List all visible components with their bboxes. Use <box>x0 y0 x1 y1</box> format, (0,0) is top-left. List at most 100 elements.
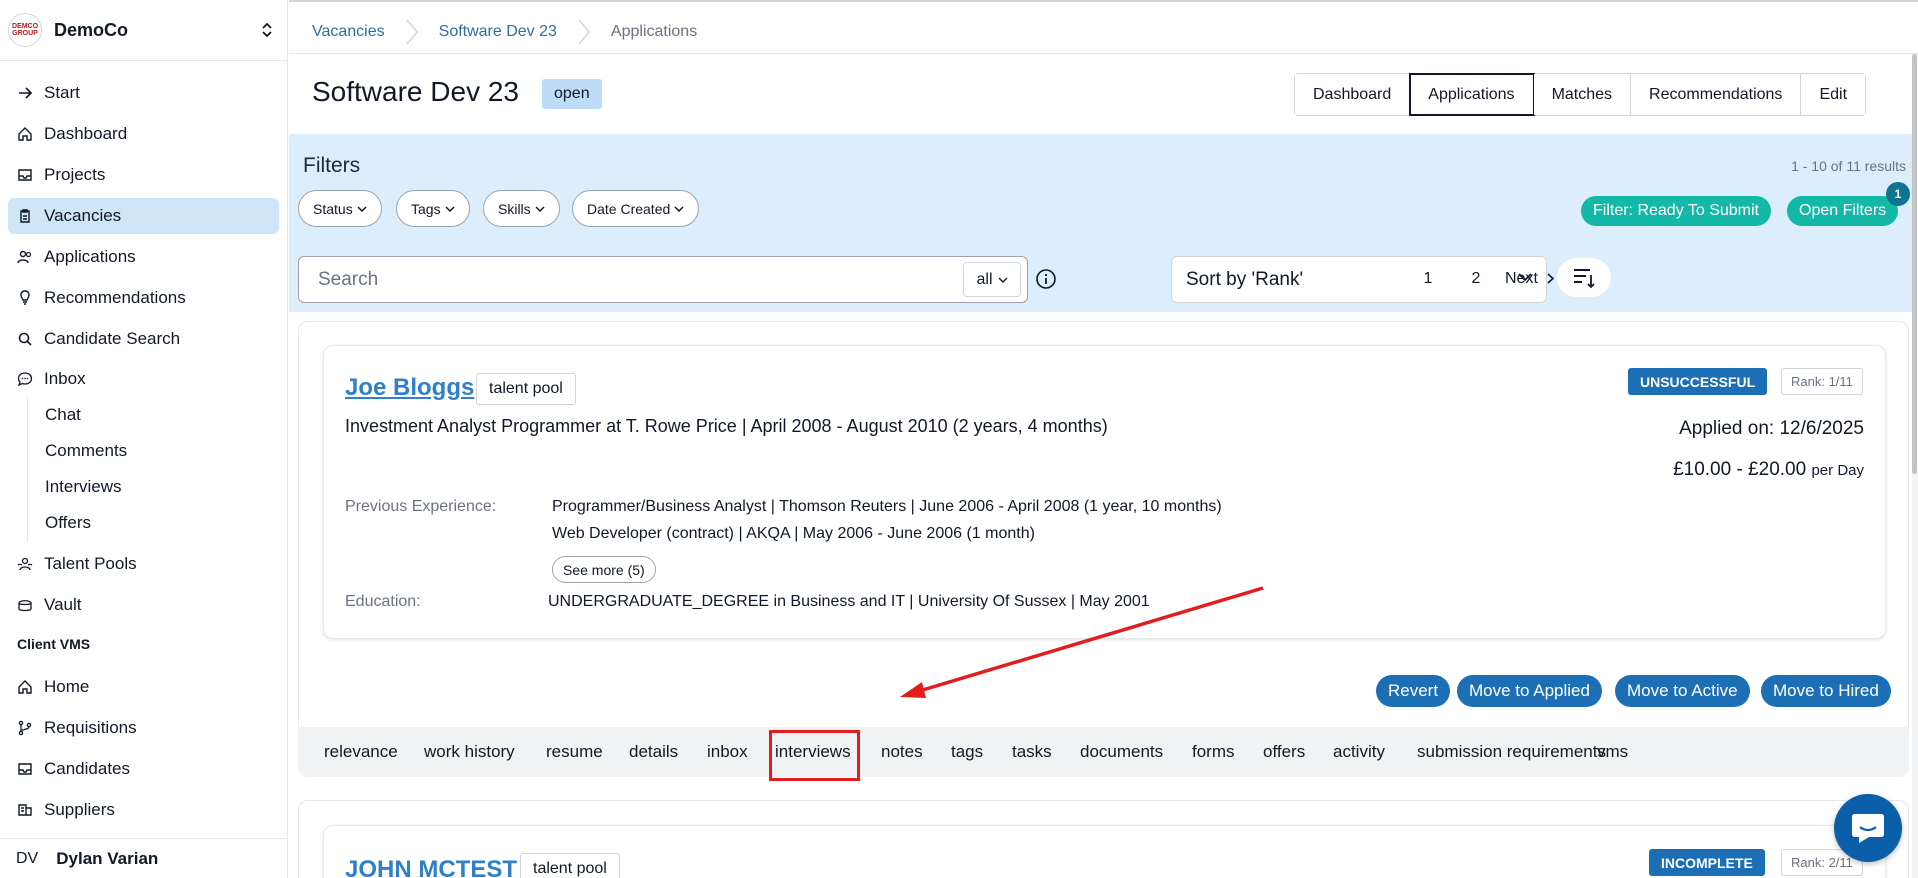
tab-edit[interactable]: Edit <box>1801 74 1866 115</box>
breadcrumb-bar: Vacancies Software Dev 23 Applications <box>289 0 1918 54</box>
scrollbar-thumb[interactable] <box>1912 54 1917 474</box>
sidebar-section-label: Client VMS <box>17 636 91 652</box>
sidebar-item-home[interactable]: Home <box>8 669 279 705</box>
sidebar-subitem-interviews[interactable]: Interviews <box>45 472 122 502</box>
annotation-arrow <box>900 586 1264 698</box>
breadcrumb-vacancy[interactable]: Software Dev 23 <box>439 23 557 41</box>
suppliers-icon <box>16 801 34 819</box>
filter-chip-tags[interactable]: Tags <box>396 190 470 227</box>
subtab-details[interactable]: details <box>629 727 678 777</box>
subtab-forms[interactable]: forms <box>1192 727 1235 777</box>
subtab-notes[interactable]: notes <box>881 727 923 777</box>
sidebar-item-inbox[interactable]: Inbox <box>8 361 279 397</box>
subtab-relevance[interactable]: relevance <box>324 727 398 777</box>
open-filters-count-badge: 1 <box>1886 182 1910 206</box>
git-branch-icon <box>16 719 34 737</box>
sidebar-item-talent-pools[interactable]: Talent Pools <box>8 546 279 582</box>
org-switcher[interactable]: DEMCO GROUP DemoCo <box>8 10 284 50</box>
sidebar-item-projects[interactable]: Projects <box>8 157 279 193</box>
subtab-activity[interactable]: activity <box>1333 727 1385 777</box>
candidate-name-link[interactable]: JOHN MCTEST <box>345 856 517 878</box>
filter-chip-skills[interactable]: Skills <box>483 190 560 227</box>
chat-widget-button[interactable] <box>1834 794 1902 862</box>
subtab-documents[interactable]: documents <box>1080 727 1163 777</box>
home-icon <box>16 125 34 143</box>
tab-recommendations[interactable]: Recommendations <box>1631 74 1802 115</box>
chevron-down-icon <box>998 277 1007 283</box>
search-icon <box>16 330 34 348</box>
applied-date: Applied on: 12/6/2025 <box>1679 418 1864 439</box>
open-filters-button[interactable]: Open Filters <box>1787 196 1899 226</box>
sidebar-item-label: Requisitions <box>44 718 137 737</box>
subtab-offers[interactable]: offers <box>1263 727 1305 777</box>
tab-dashboard[interactable]: Dashboard <box>1295 74 1411 115</box>
inbox-subnav-line <box>27 397 28 542</box>
move-to-applied-button[interactable]: Move to Applied <box>1457 675 1602 707</box>
sidebar-subitem-chat[interactable]: Chat <box>45 400 81 430</box>
sidebar-item-label: Recommendations <box>44 288 186 307</box>
subtab-work-history[interactable]: work history <box>424 727 515 777</box>
sidebar-item-vacancies[interactable]: Vacancies <box>8 198 279 234</box>
pagination-page-1[interactable]: 1 <box>1407 258 1449 299</box>
sidebar-item-requisitions[interactable]: Requisitions <box>8 710 279 746</box>
sidebar-item-label: Candidate Search <box>44 329 181 348</box>
breadcrumb-vacancies[interactable]: Vacancies <box>312 23 385 41</box>
subtab-submission-requirements[interactable]: submission requirements <box>1417 727 1606 777</box>
tab-applications[interactable]: Applications <box>1409 73 1535 116</box>
sidebar-divider <box>0 60 288 61</box>
sort-descending-icon <box>1574 268 1595 288</box>
sidebar-item-start[interactable]: Start <box>8 75 279 111</box>
subtab-tags[interactable]: tags <box>951 727 983 777</box>
sidebar-item-label: Inbox <box>44 369 86 388</box>
current-role: Investment Analyst Programmer at T. Rowe… <box>345 416 1108 436</box>
filters-panel: Filters 1 - 10 of 11 results Status Tags… <box>289 134 1918 312</box>
see-more-button[interactable]: See more (5) <box>552 556 656 583</box>
sidebar-item-label: Talent Pools <box>44 554 137 573</box>
search-scope-select[interactable]: all <box>963 262 1021 297</box>
tab-matches[interactable]: Matches <box>1533 74 1632 115</box>
chevron-right-icon <box>1547 273 1554 284</box>
search-input[interactable] <box>300 258 940 301</box>
pay-rate: £10.00 - £20.00 per Day <box>1673 459 1864 481</box>
candidate-name-link[interactable]: Joe Bloggs <box>345 374 474 402</box>
application-status-badge: INCOMPLETE <box>1649 849 1765 876</box>
move-to-active-button[interactable]: Move to Active <box>1615 675 1750 707</box>
subtab-resume[interactable]: resume <box>546 727 603 777</box>
chevron-down-icon <box>535 205 545 212</box>
sidebar-item-applications[interactable]: Applications <box>8 239 279 275</box>
sidebar: DEMCO GROUP DemoCo Start Dashboard Proje… <box>0 0 288 878</box>
sidebar-item-candidate-search[interactable]: Candidate Search <box>8 321 279 357</box>
user-menu[interactable]: DV Dylan Varian <box>0 838 288 878</box>
sidebar-subitem-comments[interactable]: Comments <box>45 436 127 466</box>
sidebar-item-vault[interactable]: Vault <box>8 587 279 623</box>
pagination-next[interactable]: Next <box>1505 258 1554 299</box>
filter-ready-to-submit-button[interactable]: Filter: Ready To Submit <box>1581 196 1771 226</box>
org-logo: DEMCO GROUP <box>8 13 42 47</box>
chevron-down-icon <box>674 205 684 212</box>
sidebar-subitem-offers[interactable]: Offers <box>45 508 91 538</box>
search-box: all <box>298 256 1028 303</box>
clipboard-icon <box>16 207 34 225</box>
sort-direction-button[interactable] <box>1557 258 1611 297</box>
talent-pool-icon <box>16 555 34 573</box>
pagination-page-2[interactable]: 2 <box>1461 258 1491 299</box>
subtab-vms[interactable]: vms <box>1597 727 1628 777</box>
filters-title: Filters <box>303 154 361 177</box>
filter-chip-status[interactable]: Status <box>298 190 382 227</box>
chevron-down-icon <box>445 205 455 212</box>
revert-button[interactable]: Revert <box>1376 675 1451 707</box>
sidebar-item-recommendations[interactable]: Recommendations <box>8 280 279 316</box>
filter-chip-date-created[interactable]: Date Created <box>572 190 700 227</box>
info-icon[interactable] <box>1035 268 1057 290</box>
breadcrumb: Vacancies Software Dev 23 Applications <box>312 18 697 46</box>
sidebar-item-dashboard[interactable]: Dashboard <box>8 116 279 152</box>
sidebar-item-candidates[interactable]: Candidates <box>8 751 279 787</box>
education-label: Education: <box>345 593 421 610</box>
rank-badge: Rank: 1/11 <box>1781 368 1863 395</box>
previous-experience-item: Programmer/Business Analyst | Thomson Re… <box>552 498 1222 515</box>
subtab-inbox[interactable]: inbox <box>707 727 748 777</box>
subtab-tasks[interactable]: tasks <box>1012 727 1052 777</box>
inbox-tray-icon <box>16 760 34 778</box>
sidebar-item-suppliers[interactable]: Suppliers <box>8 792 279 828</box>
move-to-hired-button[interactable]: Move to Hired <box>1761 675 1891 707</box>
